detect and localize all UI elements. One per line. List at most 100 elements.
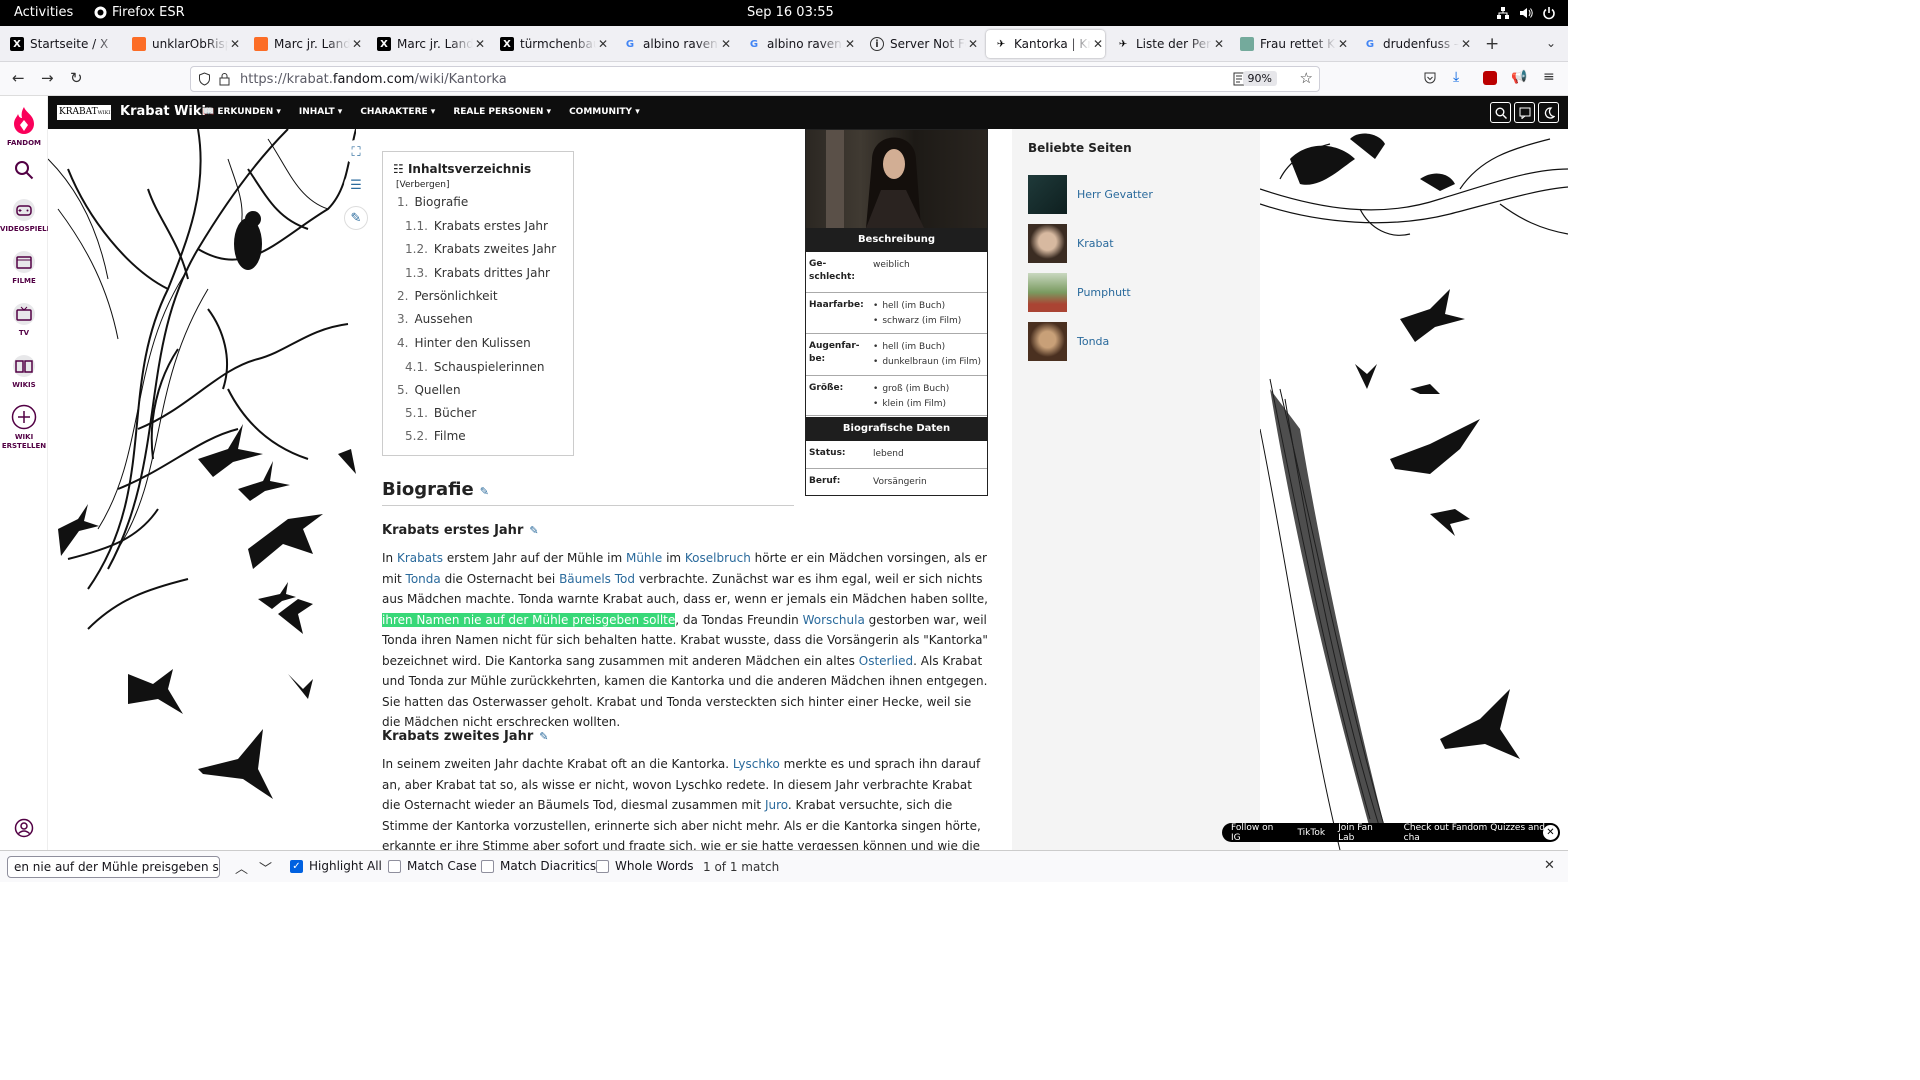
follow-ig-link[interactable]: Follow on IG <box>1231 823 1284 843</box>
toc-item[interactable]: 1.2. Krabats zweites Jahr <box>405 242 556 256</box>
find-input[interactable]: en nie auf der Mühle preisgeben sollte <box>7 856 220 878</box>
toc-item[interactable]: 5. Quellen <box>397 383 461 397</box>
discussions-icon[interactable] <box>1514 102 1535 123</box>
zoom-indicator[interactable]: 90% <box>1242 71 1277 86</box>
wiki-link[interactable]: Krabats <box>397 551 443 565</box>
tab[interactable]: Gdrudenfuss – C✕ <box>1355 30 1473 58</box>
toc-toggle-icon[interactable]: ☰ <box>344 173 368 197</box>
character-image[interactable] <box>806 130 987 228</box>
new-tab-icon[interactable]: + <box>1485 34 1499 54</box>
wiki-link[interactable]: Osterlied <box>859 654 913 668</box>
sidebar-movies[interactable]: FILME <box>0 250 48 285</box>
wiki-logo[interactable]: KRABATWIKI <box>57 105 111 120</box>
url-bar[interactable]: https://krabat.fandom.com/wiki/Kantorka … <box>190 66 1320 92</box>
tab[interactable]: Galbino raven c✕ <box>615 30 733 58</box>
close-tab-icon[interactable]: ✕ <box>719 37 733 51</box>
highlight-all-checkbox[interactable]: ✓ Highlight All <box>290 859 382 873</box>
reload-icon[interactable]: ↻ <box>70 70 83 86</box>
fandom-logo[interactable]: FANDOM <box>0 106 48 147</box>
tab[interactable]: X Marc jr. Lando ✕ <box>369 30 487 58</box>
fan-lab-link[interactable]: Join Fan Lab <box>1338 823 1391 843</box>
close-tab-icon[interactable]: ✕ <box>1091 37 1105 51</box>
tab[interactable]: X Startseite / X <box>2 30 122 58</box>
extension-icon[interactable]: 📢 <box>1511 70 1527 85</box>
quizzes-link[interactable]: Check out Fandom Quizzes and cha <box>1404 823 1560 843</box>
activities-button[interactable]: Activities <box>14 5 73 20</box>
close-tab-icon[interactable]: ✕ <box>473 37 487 51</box>
ublock-icon[interactable] <box>1483 71 1497 85</box>
sidebar-tv[interactable]: TV <box>0 302 48 337</box>
tab[interactable]: ✈Liste der Perso✕ <box>1108 30 1226 58</box>
fullscreen-icon[interactable]: ⛶ <box>344 140 368 164</box>
sidebar-videogames[interactable]: VIDEOSPIELE <box>0 198 48 233</box>
close-icon[interactable]: ✕ <box>1543 825 1558 840</box>
toc-item[interactable]: 2. Persönlichkeit <box>397 289 498 303</box>
wiki-link[interactable]: Koselbruch <box>685 551 751 565</box>
popular-page-item[interactable]: Tonda <box>1028 322 1109 361</box>
wiki-link[interactable]: Lyschko <box>733 757 780 771</box>
edit-pencil-icon[interactable]: ✎ <box>529 524 538 537</box>
find-next-icon[interactable]: ﹀ <box>259 858 272 877</box>
menu-real-persons[interactable]: REALE PERSONEN ▾ <box>453 107 551 117</box>
toc-item[interactable]: 4.1. Schauspielerinnen <box>405 360 544 374</box>
toc-item[interactable]: 1.3. Krabats drittes Jahr <box>405 266 550 280</box>
forward-icon[interactable]: → <box>41 70 54 86</box>
wiki-link[interactable]: Bäumels Tod <box>559 572 635 586</box>
toc-item[interactable]: 1.1. Krabats erstes Jahr <box>405 219 548 233</box>
close-tab-icon[interactable]: ✕ <box>843 37 857 51</box>
tab[interactable]: Xtürmchenbau ✕ <box>492 30 610 58</box>
edit-pencil-icon[interactable]: ✎ <box>539 730 548 743</box>
toc-item[interactable]: 4. Hinter den Kulissen <box>397 336 531 350</box>
sidebar-wikis[interactable]: WIKIS <box>0 354 48 389</box>
popular-page-item[interactable]: Herr Gevatter <box>1028 175 1153 214</box>
close-tab-icon[interactable]: ✕ <box>228 37 242 51</box>
wiki-link[interactable]: Juro <box>765 798 788 812</box>
app-menu[interactable]: Firefox ESR <box>94 5 185 20</box>
menu-explore[interactable]: 📖 ERKUNDEN ▾ <box>203 107 281 117</box>
tab[interactable]: Marc jr. Lando ✕ <box>246 30 364 58</box>
wiki-link[interactable]: Worschula <box>803 613 865 627</box>
toc-item[interactable]: 1. Biografie <box>397 195 468 209</box>
tab[interactable]: unklarObRispe✕ <box>124 30 242 58</box>
menu-content[interactable]: INHALT ▾ <box>299 107 342 117</box>
close-find-icon[interactable]: ✕ <box>1544 858 1555 873</box>
find-previous-icon[interactable]: ︿ <box>235 858 248 877</box>
close-tab-icon[interactable]: ✕ <box>1459 37 1473 51</box>
lock-icon[interactable] <box>219 72 230 86</box>
close-tab-icon[interactable]: ✕ <box>1336 37 1350 51</box>
search-icon[interactable] <box>1490 102 1511 123</box>
tab[interactable]: Frau rettet Kra✕ <box>1232 30 1350 58</box>
tab[interactable]: Galbino raven c✕ <box>739 30 857 58</box>
tab-list-icon[interactable]: ⌄ <box>1546 36 1556 50</box>
tab[interactable]: i Server Not Fo ✕ <box>862 30 980 58</box>
shield-icon[interactable] <box>198 72 211 86</box>
search-icon[interactable] <box>0 160 48 180</box>
sidebar-create-wiki[interactable]: WIKI ERSTELLEN <box>0 404 48 451</box>
pocket-icon[interactable] <box>1423 71 1437 85</box>
menu-icon[interactable]: ≡ <box>1543 69 1555 85</box>
close-tab-icon[interactable]: ✕ <box>596 37 610 51</box>
popular-page-item[interactable]: Krabat <box>1028 224 1114 263</box>
popular-page-item[interactable]: Pumphutt <box>1028 273 1131 312</box>
toc-item[interactable]: 3. Aussehen <box>397 312 473 326</box>
user-account-icon[interactable] <box>0 818 48 838</box>
edit-pencil-icon[interactable]: ✎ <box>480 485 489 498</box>
wiki-link[interactable]: Tonda <box>406 572 441 586</box>
toc-item[interactable]: 5.2. Filme <box>405 429 466 443</box>
back-icon[interactable]: ← <box>12 70 25 86</box>
system-tray[interactable] <box>1496 6 1556 20</box>
whole-words-checkbox[interactable]: Whole Words <box>596 859 693 873</box>
toc-hide-link[interactable]: [Verbergen] <box>396 180 449 190</box>
wiki-link[interactable]: Mühle <box>626 551 662 565</box>
menu-characters[interactable]: CHARAKTERE ▾ <box>360 107 435 117</box>
close-tab-icon[interactable]: ✕ <box>1212 37 1226 51</box>
match-diacritics-checkbox[interactable]: Match Diacritics <box>481 859 596 873</box>
tab-active[interactable]: ✈ Kantorka | Kra ✕ <box>986 30 1105 58</box>
menu-community[interactable]: COMMUNITY ▾ <box>569 107 640 117</box>
clock[interactable]: Sep 16 03:55 <box>747 5 834 20</box>
close-tab-icon[interactable]: ✕ <box>350 37 364 51</box>
toc-item[interactable]: 5.1. Bücher <box>405 406 476 420</box>
close-tab-icon[interactable]: ✕ <box>966 37 980 51</box>
match-case-checkbox[interactable]: Match Case <box>388 859 477 873</box>
edit-pencil-icon[interactable]: ✎ <box>344 206 368 230</box>
